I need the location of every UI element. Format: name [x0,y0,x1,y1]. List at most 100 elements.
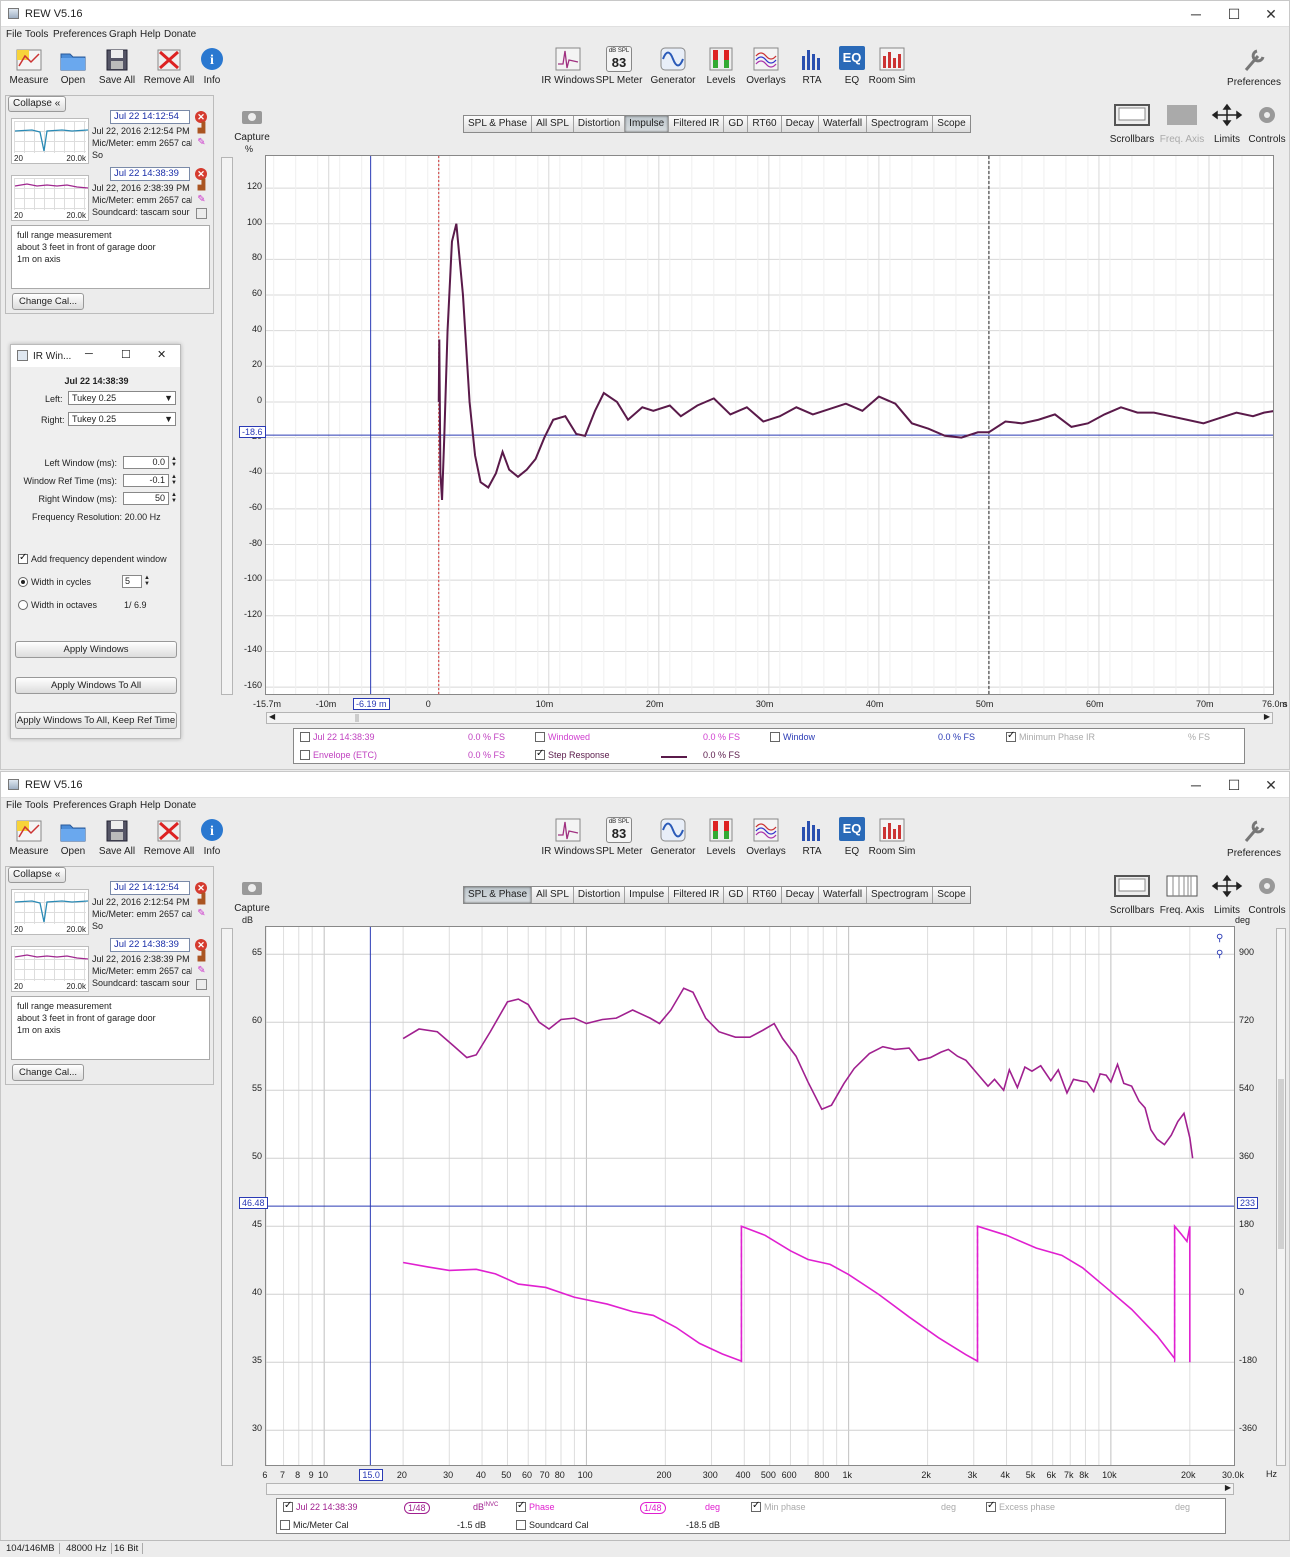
measurement-title[interactable]: Jul 22 14:38:39 [110,938,190,952]
tab-rt60[interactable]: RT60 [748,116,782,132]
measurement-item[interactable]: 20 20.0k Jul 22 14:38:39 ✕ Jul 22, 2016 2… [6,938,213,1003]
tab-gd[interactable]: GD [724,116,749,132]
maximize-button[interactable]: ☐ [1219,4,1249,24]
legend-item-window[interactable]: Window [770,731,815,743]
tab-spl-phase[interactable]: SPL & Phase [464,887,533,903]
spl-phase-plot[interactable]: ⚲ ⚲ [265,926,1235,1466]
change-cal-button[interactable]: Change Cal... [12,293,84,310]
ref-time-input[interactable]: -0.1 [123,474,169,487]
scroll-right-icon[interactable]: ▶ [1225,1483,1231,1492]
eq-graph-icon[interactable]: ▟ [196,123,207,134]
measurement-item[interactable]: 20 20.0k Jul 22 14:38:39 ✕ Jul 22, 2016 2… [6,167,213,232]
apply-windows-all-keep-button[interactable]: Apply Windows To All, Keep Ref Time [15,712,177,729]
tab-all-spl[interactable]: All SPL [532,887,574,903]
scrollbars-button[interactable]: Scrollbars [1108,103,1156,145]
scroll-right-icon[interactable]: ▶ [1264,712,1270,721]
spl-hscrollbar[interactable]: ▶ [266,1483,1234,1495]
document-icon[interactable] [196,979,207,990]
preferences-button[interactable]: Preferences [1226,817,1282,859]
spinner-icon[interactable]: ▲ ▼ [171,492,177,504]
width-cycles-input[interactable]: 5 [122,575,142,588]
menu-tools[interactable]: Tools [25,800,48,811]
scroll-left-icon[interactable]: ◀ [269,712,275,721]
legend-item-min-phase[interactable]: Min phase [751,1500,806,1513]
apply-windows-button[interactable]: Apply Windows [15,641,177,658]
tab-distortion[interactable]: Distortion [574,116,626,132]
eq-graph-icon[interactable]: ▟ [196,951,207,962]
legend-item-min-phase-ir[interactable]: Minimum Phase IR [1006,730,1095,743]
menu-preferences[interactable]: Preferences [53,800,107,811]
legend-item-envelope[interactable]: Envelope (ETC) [300,749,377,761]
tab-filtered-ir[interactable]: Filtered IR [669,887,725,903]
menu-file[interactable]: File [6,800,22,811]
freq-dep-checkbox[interactable]: Add frequency dependent window [18,552,167,565]
ir-windows-button[interactable]: IR Windows [540,817,596,859]
right-window-input[interactable]: 50 [123,492,169,505]
left-window-select[interactable]: Tukey 0.25 ▼ [68,391,176,405]
ir-windows-button[interactable]: IR Windows [540,46,596,88]
width-cycles-radio[interactable]: Width in cycles [18,576,91,588]
save-all-button[interactable]: Save All [89,817,145,859]
tab-scope[interactable]: Scope [933,116,969,132]
tab-all-spl[interactable]: All SPL [532,116,574,132]
scrollbars-button[interactable]: Scrollbars [1108,874,1156,916]
freq-axis-button[interactable]: Freq. Axis [1158,103,1206,145]
menu-preferences[interactable]: Preferences [53,29,107,40]
document-icon[interactable] [196,208,207,219]
legend-item-step-response[interactable]: Step Response [535,748,610,761]
spl-meter-button[interactable]: dB SPL 83 SPL Meter [591,46,647,88]
left-window-input[interactable]: 0.0 [123,456,169,469]
minimize-button[interactable]: ─ [1181,775,1211,795]
menu-graph[interactable]: Graph [109,800,137,811]
spl-meter-button[interactable]: dB SPL 83 SPL Meter [591,817,647,859]
legend-item-soundcard-cal[interactable]: Soundcard Cal [516,1519,589,1531]
controls-button[interactable]: Controls [1243,874,1290,916]
menu-help[interactable]: Help [140,29,161,40]
apply-windows-all-button[interactable]: Apply Windows To All [15,677,177,694]
measurement-title[interactable]: Jul 22 14:12:54 [110,110,190,124]
tab-waterfall[interactable]: Waterfall [819,116,868,132]
measurement-notes[interactable]: full range measurement about 3 feet in f… [11,996,210,1060]
collapse-button[interactable]: Collapse « [8,867,66,883]
legend-item-windowed[interactable]: Windowed [535,731,590,743]
dialog-maximize-button[interactable]: ☐ [121,348,131,361]
pen-icon[interactable]: ✎ [196,194,207,205]
info-button[interactable]: i Info [184,46,240,88]
tab-scope[interactable]: Scope [933,887,969,903]
tab-impulse[interactable]: Impulse [625,887,670,903]
controls-button[interactable]: Controls [1243,103,1290,145]
menu-file[interactable]: File [6,29,22,40]
width-octaves-radio[interactable]: Width in octaves [18,599,97,611]
remove-measurement-icon[interactable]: ✕ [195,939,207,951]
tab-gd[interactable]: GD [724,887,749,903]
scroll-thumb[interactable] [1278,1079,1284,1249]
dialog-close-button[interactable]: ✕ [157,348,166,361]
smoothing-badge[interactable]: 1/48 [640,1502,666,1514]
panel-scrollbar[interactable] [221,928,233,1466]
menu-tools[interactable]: Tools [25,29,48,40]
tab-spectrogram[interactable]: Spectrogram [867,887,934,903]
legend-item-phase[interactable]: Phase [516,1500,555,1513]
dialog-minimize-button[interactable]: ─ [85,348,93,360]
right-window-select[interactable]: Tukey 0.25 ▼ [68,412,176,426]
pen-icon[interactable]: ✎ [196,137,207,148]
tab-waterfall[interactable]: Waterfall [819,887,868,903]
impulse-plot[interactable] [265,155,1274,695]
close-button[interactable]: ✕ [1256,775,1286,795]
minimize-button[interactable]: ─ [1181,4,1211,24]
tab-filtered-ir[interactable]: Filtered IR [669,116,725,132]
capture-button[interactable]: Capture [228,878,276,914]
smoothing-badge[interactable]: 1/48 [404,1502,430,1514]
tab-impulse[interactable]: Impulse [625,116,670,132]
spinner-icon[interactable]: ▲ ▼ [171,456,177,468]
legend-item-mic-cal[interactable]: Mic/Meter Cal [280,1519,349,1531]
save-all-button[interactable]: Save All [89,46,145,88]
measurement-title[interactable]: Jul 22 14:38:39 [110,167,190,181]
pen-icon[interactable]: ✎ [196,965,207,976]
freq-axis-button[interactable]: Freq. Axis [1158,874,1206,916]
tab-decay[interactable]: Decay [782,116,819,132]
measurement-title[interactable]: Jul 22 14:12:54 [110,881,190,895]
collapse-button[interactable]: Collapse « [8,96,66,112]
menu-graph[interactable]: Graph [109,29,137,40]
remove-measurement-icon[interactable]: ✕ [195,882,207,894]
